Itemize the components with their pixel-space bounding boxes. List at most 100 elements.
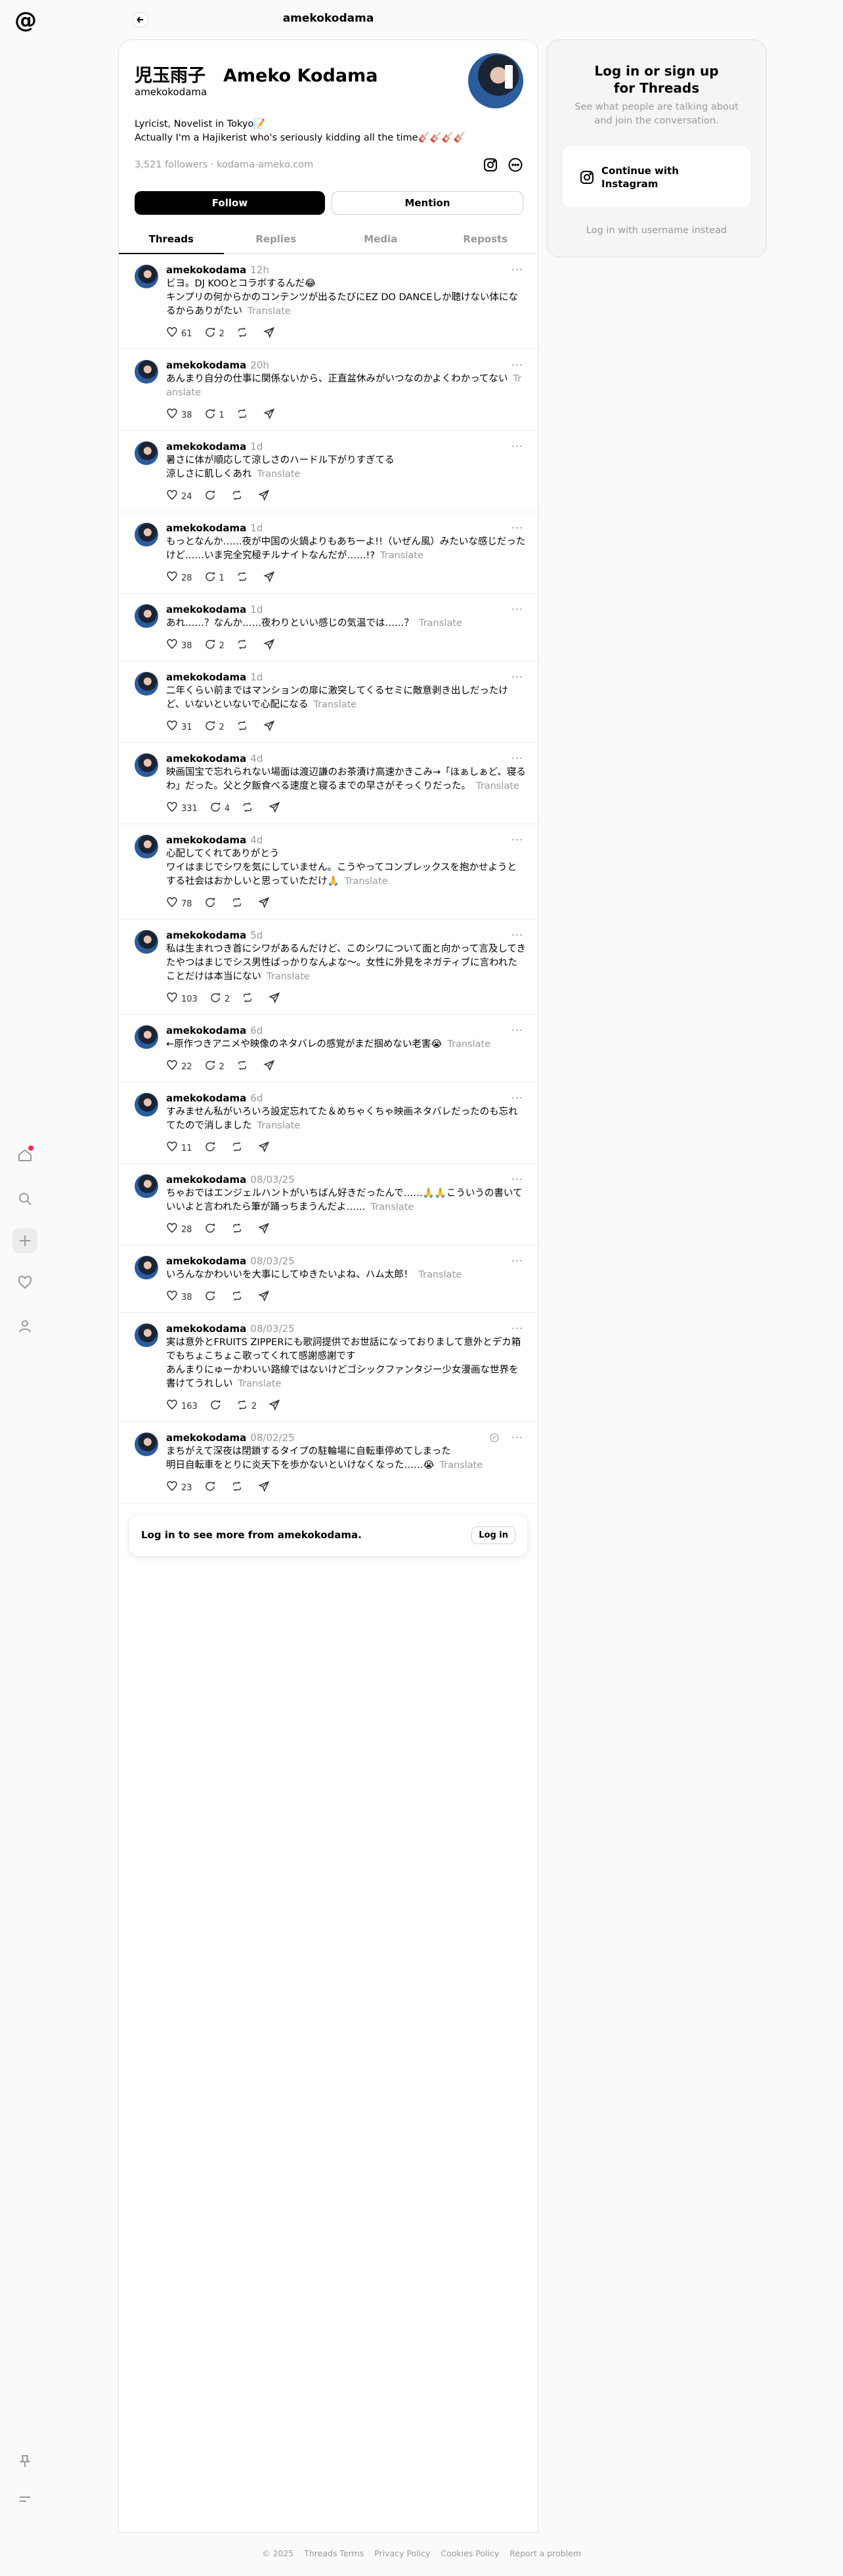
post-timestamp[interactable]: 12h	[250, 264, 269, 276]
post-timestamp[interactable]: 1d	[250, 522, 263, 534]
repost-button[interactable]	[242, 801, 257, 816]
post-username[interactable]: amekokodama	[166, 359, 246, 371]
repost-button[interactable]: 2	[236, 1399, 257, 1413]
repost-button[interactable]	[236, 408, 251, 422]
avatar[interactable]	[135, 1323, 158, 1347]
reply-button[interactable]: 1	[204, 571, 225, 585]
login-with-username-link[interactable]: Log in with username instead	[547, 225, 766, 236]
share-button[interactable]	[257, 489, 270, 504]
thread-post[interactable]: amekokodama 08/03/25 ··· いろんなかわいいを大事にしてゆき…	[119, 1245, 538, 1313]
share-button[interactable]	[263, 1059, 275, 1074]
like-button[interactable]: 11	[166, 1141, 192, 1155]
more-options-icon[interactable]: ···	[511, 671, 523, 683]
footer-privacy-link[interactable]: Privacy Policy	[374, 2548, 430, 2558]
heart-icon[interactable]	[12, 1270, 37, 1295]
like-button[interactable]: 23	[166, 1480, 192, 1495]
reply-button[interactable]: 2	[204, 326, 225, 341]
more-options-icon[interactable]: ···	[511, 1173, 523, 1186]
reply-button[interactable]: 1	[204, 408, 225, 422]
mention-button[interactable]: Mention	[332, 191, 523, 215]
translate-link[interactable]: Translate	[447, 1039, 490, 1050]
translate-link[interactable]: Translate	[313, 700, 357, 710]
more-options-icon[interactable]: ···	[511, 929, 523, 941]
post-username[interactable]: amekokodama	[166, 441, 246, 453]
instagram-icon[interactable]	[483, 157, 498, 173]
more-options-icon[interactable]: ···	[511, 440, 523, 453]
threads-logo-icon[interactable]: @	[13, 7, 37, 33]
follow-button[interactable]: Follow	[135, 191, 325, 215]
more-options-icon[interactable]: ···	[511, 263, 523, 276]
translate-link[interactable]: Translate	[439, 1460, 483, 1471]
avatar[interactable]	[135, 441, 158, 465]
tab-media[interactable]: Media	[328, 224, 433, 254]
thread-post[interactable]: amekokodama 4d ··· 映画国宝で忘れられない場面は渡辺謙のお茶漬け…	[119, 743, 538, 824]
avatar[interactable]	[135, 753, 158, 777]
thread-post[interactable]: amekokodama 6d ··· すみません私がいろいろ設定忘れてた＆めちゃく…	[119, 1082, 538, 1164]
avatar[interactable]	[135, 1256, 158, 1279]
translate-link[interactable]: Translate	[380, 550, 423, 561]
like-button[interactable]: 31	[166, 720, 192, 734]
post-timestamp[interactable]: 5d	[250, 929, 263, 941]
reply-button[interactable]: 2	[204, 720, 225, 734]
avatar[interactable]	[135, 1432, 158, 1456]
search-icon[interactable]	[12, 1186, 37, 1211]
reply-button[interactable]	[204, 897, 219, 911]
like-button[interactable]: 28	[166, 571, 192, 585]
reply-button[interactable]: 2	[204, 1059, 225, 1074]
reply-button[interactable]: 4	[209, 801, 230, 816]
tab-threads[interactable]: Threads	[119, 224, 224, 254]
post-username[interactable]: amekokodama	[166, 264, 246, 276]
translate-link[interactable]: Translate	[257, 469, 301, 479]
post-timestamp[interactable]: 4d	[250, 753, 263, 765]
post-username[interactable]: amekokodama	[166, 522, 246, 534]
post-timestamp[interactable]: 4d	[250, 834, 263, 846]
avatar[interactable]	[135, 1093, 158, 1117]
profile-icon[interactable]	[12, 1314, 37, 1339]
translate-link[interactable]: Translate	[370, 1202, 414, 1212]
home-icon[interactable]	[12, 1143, 37, 1168]
reply-button[interactable]	[204, 1141, 219, 1155]
thread-post[interactable]: amekokodama 12h ··· ビヨ。DJ KOOとコラボするんだ😂 キンプ…	[119, 254, 538, 349]
like-button[interactable]: 331	[166, 801, 198, 816]
thread-post[interactable]: amekokodama 08/03/25 ··· 実は意外とFRUITS ZIPP…	[119, 1313, 538, 1422]
repost-button[interactable]	[231, 1480, 246, 1495]
post-username[interactable]: amekokodama	[166, 1432, 246, 1444]
more-options-icon[interactable]: ···	[511, 1255, 523, 1267]
footer-terms-link[interactable]: Threads Terms	[304, 2548, 364, 2558]
like-button[interactable]: 22	[166, 1059, 192, 1074]
post-timestamp[interactable]: 6d	[250, 1025, 263, 1036]
more-options-icon[interactable]	[508, 157, 523, 173]
share-button[interactable]	[263, 720, 275, 734]
post-username[interactable]: amekokodama	[166, 1092, 246, 1104]
share-button[interactable]	[257, 1222, 270, 1237]
like-button[interactable]: 103	[166, 992, 198, 1006]
repost-button[interactable]	[231, 1141, 246, 1155]
share-button[interactable]	[257, 1290, 270, 1304]
more-options-icon[interactable]: ···	[511, 833, 523, 846]
post-username[interactable]: amekokodama	[166, 834, 246, 846]
repost-button[interactable]	[231, 1222, 246, 1237]
translate-link[interactable]: Translate	[248, 306, 291, 317]
avatar[interactable]	[135, 672, 158, 696]
thread-post[interactable]: amekokodama 4d ··· 心配してくれてありがとう ワイはまじでシワを気…	[119, 824, 538, 920]
post-username[interactable]: amekokodama	[166, 929, 246, 941]
avatar[interactable]	[135, 835, 158, 858]
post-username[interactable]: amekokodama	[166, 1255, 246, 1267]
share-button[interactable]	[263, 408, 275, 422]
more-options-icon[interactable]: ···	[511, 752, 523, 765]
share-button[interactable]	[269, 801, 280, 816]
repost-button[interactable]	[236, 1059, 251, 1074]
translate-link[interactable]: Translate	[238, 1379, 282, 1389]
more-options-icon[interactable]: ···	[511, 359, 523, 371]
reply-button[interactable]	[204, 1222, 219, 1237]
like-button[interactable]: 38	[166, 638, 192, 653]
thread-post[interactable]: amekokodama 6d ··· ←原作つきアニメや映像のネタバレの感覚がまだ…	[119, 1015, 538, 1082]
translate-link[interactable]: Translate	[476, 781, 519, 791]
repost-button[interactable]	[236, 326, 251, 341]
thread-post[interactable]: amekokodama 1d ··· もっとなんか……夜が中国の火鍋よりもあちーよ…	[119, 512, 538, 594]
translate-link[interactable]: Translate	[267, 971, 310, 982]
more-options-icon[interactable]: ···	[511, 522, 523, 534]
profile-avatar[interactable]	[468, 53, 523, 108]
thread-post[interactable]: amekokodama 1d ··· あれ……？なんか……夜わりといい感じの気温で…	[119, 594, 538, 661]
avatar[interactable]	[135, 265, 158, 288]
